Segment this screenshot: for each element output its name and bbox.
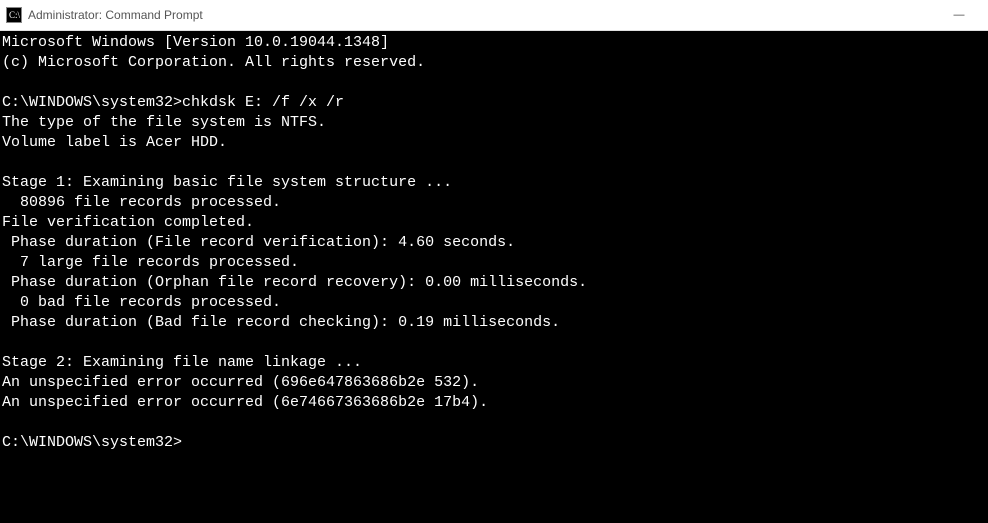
terminal-output[interactable]: Microsoft Windows [Version 10.0.19044.13… xyxy=(0,31,988,523)
minimize-button[interactable]: — xyxy=(936,0,982,30)
window-title: Administrator: Command Prompt xyxy=(28,8,936,22)
window-controls: — xyxy=(936,0,982,30)
cmd-icon: C:\ xyxy=(6,7,22,23)
svg-text:C:\: C:\ xyxy=(9,10,21,20)
titlebar[interactable]: C:\ Administrator: Command Prompt — xyxy=(0,0,988,31)
